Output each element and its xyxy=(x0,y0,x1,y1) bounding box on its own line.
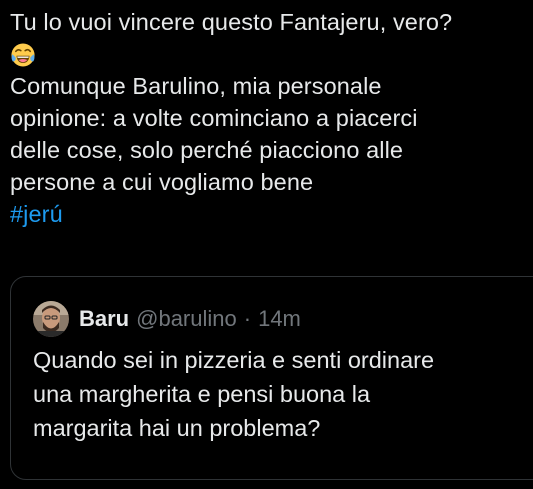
quoted-tweet-header: Baru @barulino · 14m xyxy=(33,301,301,337)
tweet-line: Comunque Barulino, mia personale xyxy=(10,73,382,99)
quoted-author-handle[interactable]: @barulino xyxy=(136,306,237,332)
hashtag-link[interactable]: #jerú xyxy=(10,198,533,230)
quoted-tweet-text: Quando sei in pizzeria e senti ordinare … xyxy=(33,343,434,445)
tweet-text: Tu lo vuoi vincere questo Fantajeru, ver… xyxy=(10,6,533,230)
tweet-line: Tu lo vuoi vincere questo Fantajeru, ver… xyxy=(10,9,453,35)
avatar[interactable] xyxy=(33,301,69,337)
quoted-line: Quando sei in pizzeria e senti ordinare xyxy=(33,347,435,373)
separator-dot: · xyxy=(243,306,252,331)
quoted-timestamp[interactable]: 14m xyxy=(258,306,301,332)
quoted-line: margarita hai un problema? xyxy=(33,415,321,441)
emoji-line xyxy=(10,38,533,70)
laughing-tears-emoji-icon xyxy=(11,43,35,67)
user-avatar-icon xyxy=(33,301,69,337)
tweet-line: opinione: a volte cominciano a piacerci xyxy=(10,105,418,131)
tweet-line: persone a cui vogliamo bene xyxy=(10,169,314,195)
tweet-line: delle cose, solo perché piacciono alle xyxy=(10,137,404,163)
quoted-author-name[interactable]: Baru xyxy=(79,306,129,332)
quoted-tweet-card[interactable]: Baru @barulino · 14m Quando sei in pizze… xyxy=(10,276,533,480)
quoted-line: una margherita e pensi buona la xyxy=(33,381,371,407)
